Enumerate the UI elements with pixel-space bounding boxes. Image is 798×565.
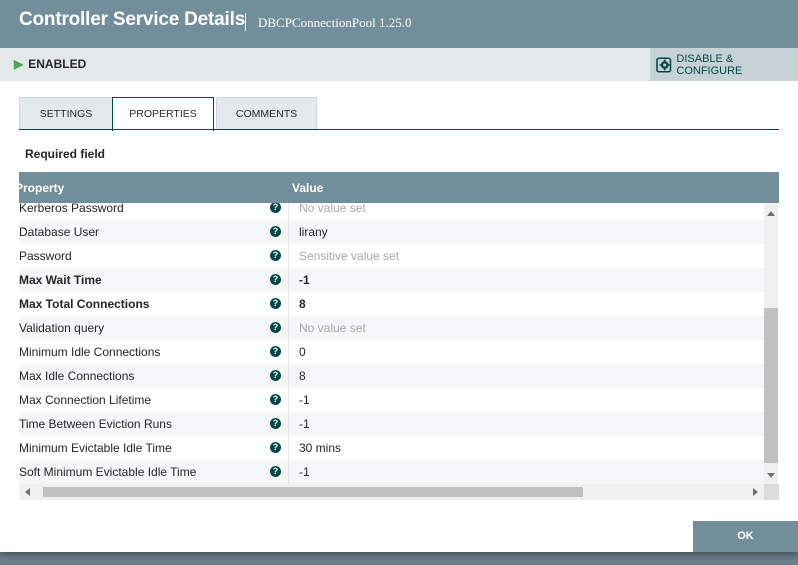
table-row[interactable]: Password? Sensitive value set [19, 244, 764, 269]
help-icon[interactable]: ? [270, 203, 281, 213]
title-divider [245, 13, 246, 31]
scroll-left-arrow-icon[interactable] [25, 488, 30, 496]
property-value[interactable]: 8 [299, 369, 306, 383]
dialog-subtitle: DBCPConnectionPool 1.25.0 [258, 15, 412, 30]
dialog-title: Controller Service Details [19, 9, 246, 30]
help-icon[interactable]: ? [270, 322, 281, 333]
property-value[interactable]: -1 [299, 393, 310, 407]
property-name: Max Connection Lifetime [19, 393, 152, 407]
status-indicator: ▶ ENABLED [14, 57, 86, 71]
scroll-right-arrow-icon[interactable] [753, 488, 758, 496]
help-icon[interactable]: ? [270, 370, 281, 381]
vertical-scrollbar[interactable] [764, 203, 778, 484]
help-icon[interactable]: ? [270, 466, 281, 477]
property-name: Max Wait Time [19, 273, 102, 287]
help-icon[interactable]: ? [270, 346, 281, 357]
property-value[interactable]: 30 mins [299, 441, 341, 455]
tab-underline [19, 129, 779, 130]
property-name: Minimum Idle Connections [19, 345, 161, 359]
table-row[interactable]: Max Total Connections? 8 [19, 292, 764, 317]
disable-configure-button[interactable]: DISABLE & CONFIGURE [650, 48, 798, 81]
column-divider [288, 412, 289, 436]
column-divider [288, 220, 289, 244]
help-icon[interactable]: ? [270, 298, 281, 309]
disable-configure-label: DISABLE & CONFIGURE [676, 52, 743, 77]
properties-table: Property Value Kerberos Password? No valu… [19, 172, 779, 500]
table-row[interactable]: Minimum Evictable Idle Time? 30 mins [19, 436, 764, 461]
property-value[interactable]: -1 [299, 273, 310, 287]
ok-button[interactable]: OK [693, 521, 798, 552]
property-value[interactable]: 8 [299, 297, 306, 311]
property-name: Password [19, 249, 72, 263]
column-divider [288, 364, 289, 388]
horizontal-scroll-thumb[interactable] [43, 487, 583, 497]
property-value[interactable]: Sensitive value set [299, 249, 399, 263]
tab-comments[interactable]: COMMENTS [216, 97, 317, 129]
table-body: Kerberos Password? No value set Database U… [19, 203, 764, 484]
property-value[interactable]: -1 [299, 465, 310, 479]
property-name: Kerberos Password [19, 203, 124, 215]
property-name: Time Between Eviction Runs [19, 417, 172, 431]
column-divider [288, 203, 289, 220]
scrollbar-corner [764, 484, 779, 500]
table-row[interactable]: Kerberos Password? No value set [19, 203, 764, 221]
help-icon[interactable]: ? [270, 274, 281, 285]
column-divider [288, 436, 289, 460]
play-icon: ▶ [14, 57, 24, 71]
property-name: Validation query [19, 321, 105, 335]
property-name: Minimum Evictable Idle Time [19, 441, 172, 455]
property-name: Soft Minimum Evictable Idle Time [19, 465, 197, 479]
table-row[interactable]: Max Idle Connections? 8 [19, 364, 764, 389]
required-field-legend: Required field [25, 147, 106, 161]
help-icon[interactable]: ? [270, 442, 281, 453]
table-row[interactable]: Soft Minimum Evictable Idle Time? -1 [19, 460, 764, 484]
gear-icon [656, 56, 672, 73]
table-row[interactable]: Time Between Eviction Runs? -1 [19, 412, 764, 437]
help-icon[interactable]: ? [270, 418, 281, 429]
property-value[interactable]: lirany [299, 225, 328, 239]
column-header-property[interactable]: Property [19, 181, 64, 195]
property-value[interactable]: 0 [299, 345, 306, 359]
help-icon[interactable]: ? [270, 226, 281, 237]
property-name: Max Total Connections [19, 297, 150, 311]
help-icon[interactable]: ? [270, 250, 281, 261]
property-value[interactable]: No value set [299, 203, 366, 215]
tab-properties[interactable]: PROPERTIES [112, 97, 214, 131]
column-divider [288, 292, 289, 316]
controller-service-dialog: Controller Service Details DBCPConnectio… [0, 0, 798, 552]
horizontal-scrollbar[interactable] [19, 484, 764, 500]
table-row[interactable]: Max Connection Lifetime? -1 [19, 388, 764, 413]
table-header: Property Value [19, 172, 779, 203]
property-value[interactable]: -1 [299, 417, 310, 431]
table-row[interactable]: Minimum Idle Connections? 0 [19, 340, 764, 365]
property-name: Database User [19, 225, 100, 239]
column-divider [288, 244, 289, 268]
scroll-up-arrow-icon[interactable] [767, 211, 775, 216]
status-label: ENABLED [28, 57, 87, 71]
column-divider [288, 388, 289, 412]
property-value[interactable]: No value set [299, 321, 366, 335]
column-divider [288, 460, 289, 484]
property-name: Max Idle Connections [19, 369, 135, 383]
table-row[interactable]: Max Wait Time? -1 [19, 268, 764, 293]
dialog-header: Controller Service Details DBCPConnectio… [0, 0, 798, 48]
status-bar: ▶ ENABLED DISABLE & CONFIGURE [0, 48, 798, 81]
table-row[interactable]: Validation query? No value set [19, 316, 764, 341]
column-divider [288, 316, 289, 340]
help-icon[interactable]: ? [270, 394, 281, 405]
vertical-scroll-thumb[interactable] [764, 308, 778, 463]
column-divider [288, 268, 289, 292]
column-header-value[interactable]: Value [292, 181, 323, 195]
table-row[interactable]: Database User? lirany [19, 220, 764, 245]
scroll-down-arrow-icon[interactable] [767, 473, 775, 478]
column-divider [288, 340, 289, 364]
tab-settings[interactable]: SETTINGS [19, 97, 113, 129]
